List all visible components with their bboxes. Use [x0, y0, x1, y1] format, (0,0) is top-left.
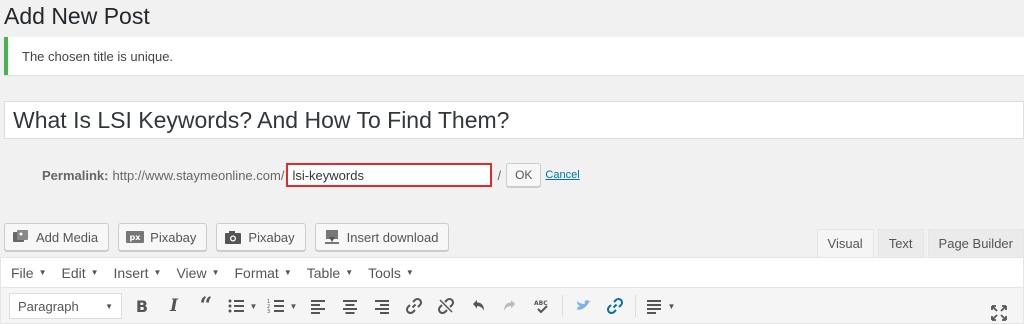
caret-down-icon: ▼ — [105, 301, 113, 311]
expand-icon — [991, 305, 1007, 321]
pixabay-camera-button[interactable]: Pixabay — [216, 223, 306, 251]
bold-button[interactable]: B — [126, 292, 158, 320]
menu-view[interactable]: View ▼ — [176, 265, 219, 281]
svg-text:3: 3 — [267, 309, 270, 315]
unlink-icon — [437, 297, 455, 315]
link-icon — [606, 297, 624, 315]
success-notice: The chosen title is unique. — [4, 37, 1024, 75]
camera-icon — [224, 229, 242, 245]
align-center-icon — [343, 300, 357, 314]
add-media-label: Add Media — [36, 229, 99, 245]
permalink-row: Permalink: http://www.staymeonline.com/ … — [42, 162, 580, 188]
caret-down-icon: ▼ — [211, 268, 220, 277]
permalink-ok-button[interactable]: OK — [506, 163, 542, 187]
align-justify-icon — [646, 300, 661, 314]
tab-text[interactable]: Text — [877, 229, 924, 257]
menu-edit[interactable]: Edit ▼ — [61, 265, 98, 281]
caret-down-icon: ▼ — [289, 301, 298, 311]
permalink-cancel-link[interactable]: Cancel — [545, 169, 579, 181]
undo-button[interactable] — [462, 292, 494, 320]
align-right-button[interactable] — [366, 292, 398, 320]
editor-tabs: Visual Text Page Builder — [813, 229, 1024, 257]
notice-message: The chosen title is unique. — [22, 48, 174, 64]
editor-menubar: File ▼ Edit ▼ Insert ▼ View ▼ Format ▼ Table ▼… — [1, 258, 1023, 288]
caret-down-icon: ▼ — [249, 301, 258, 311]
media-buttons: Add Media px Pixabay Pixabay Insert down… — [4, 223, 458, 251]
caret-down-icon: ▼ — [283, 268, 292, 277]
twitter-button[interactable] — [567, 292, 599, 320]
align-left-button[interactable] — [302, 292, 334, 320]
add-media-icon — [12, 229, 30, 245]
numbered-list-icon: 123 — [267, 299, 284, 315]
fullscreen-button[interactable] — [983, 299, 1015, 324]
caret-down-icon: ▼ — [90, 268, 99, 277]
toolbar-separator — [562, 295, 563, 317]
blockquote-button[interactable]: “ — [190, 292, 222, 320]
format-select-value: Paragraph — [18, 298, 79, 314]
align-center-button[interactable] — [334, 292, 366, 320]
insert-link-blue-button[interactable] — [599, 292, 631, 320]
menu-format[interactable]: Format ▼ — [234, 265, 291, 281]
italic-button[interactable]: I — [158, 292, 190, 320]
download-icon — [323, 229, 341, 245]
spellcheck-button[interactable]: ABC — [526, 292, 558, 320]
remove-link-button[interactable] — [430, 292, 462, 320]
permalink-base-url: http://www.staymeonline.com/ — [112, 167, 285, 183]
permalink-label: Permalink: — [42, 167, 109, 183]
undo-icon — [473, 300, 484, 311]
insert-link-button[interactable] — [398, 292, 430, 320]
insert-download-label: Insert download — [346, 229, 439, 245]
align-right-icon — [375, 300, 389, 314]
add-media-button[interactable]: Add Media — [4, 223, 110, 251]
caret-down-icon: ▼ — [38, 268, 47, 277]
align-left-icon — [311, 300, 325, 314]
bold-icon: B — [135, 296, 149, 316]
permalink-slug-input[interactable]: lsi-keywords — [286, 163, 493, 187]
post-title-input[interactable]: What Is LSI Keywords? And How To Find Th… — [4, 101, 1024, 139]
twitter-bird-icon — [576, 300, 591, 310]
spellcheck-icon: ABC — [534, 300, 548, 314]
italic-icon: I — [170, 296, 178, 316]
caret-down-icon: ▼ — [667, 301, 676, 311]
permalink-slug-value: lsi-keywords — [292, 167, 364, 183]
tab-visual[interactable]: Visual — [816, 229, 874, 257]
caret-down-icon: ▼ — [405, 268, 414, 277]
menu-table[interactable]: Table ▼ — [307, 265, 353, 281]
redo-icon — [504, 300, 515, 311]
format-select[interactable]: Paragraph ▼ — [9, 293, 122, 319]
editor-toolbar: Paragraph ▼ B I “ ▼ 123 ▼ ABC ▼ — [1, 288, 1023, 324]
link-icon — [405, 297, 423, 315]
redo-button[interactable] — [494, 292, 526, 320]
bullet-list-icon — [228, 299, 244, 313]
caret-down-icon: ▼ — [153, 268, 162, 277]
page-title: Add New Post — [4, 3, 150, 29]
menu-insert[interactable]: Insert ▼ — [114, 265, 162, 281]
blockquote-icon: “ — [199, 293, 213, 319]
pixabay-camera-label: Pixabay — [248, 229, 295, 245]
insert-download-button[interactable]: Insert download — [314, 223, 450, 251]
pixabay-button[interactable]: px Pixabay — [118, 223, 208, 251]
menu-file[interactable]: File ▼ — [11, 265, 46, 281]
svg-text:px: px — [130, 233, 142, 242]
pixabay-label: Pixabay — [150, 229, 197, 245]
tab-page-builder[interactable]: Page Builder — [927, 229, 1024, 257]
caret-down-icon: ▼ — [345, 268, 354, 277]
post-title-value: What Is LSI Keywords? And How To Find Th… — [13, 106, 510, 133]
menu-tools[interactable]: Tools ▼ — [368, 265, 414, 281]
editor: File ▼ Edit ▼ Insert ▼ View ▼ Format ▼ Table ▼… — [0, 257, 1024, 324]
toolbar-separator — [635, 295, 636, 317]
pixabay-px-icon: px — [126, 229, 145, 245]
permalink-slash: / — [497, 167, 502, 183]
numbered-list-button[interactable]: 123 ▼ — [262, 292, 302, 320]
bullet-list-button[interactable]: ▼ — [222, 292, 262, 320]
shortcode-dropdown-button[interactable]: ▼ — [640, 292, 680, 320]
